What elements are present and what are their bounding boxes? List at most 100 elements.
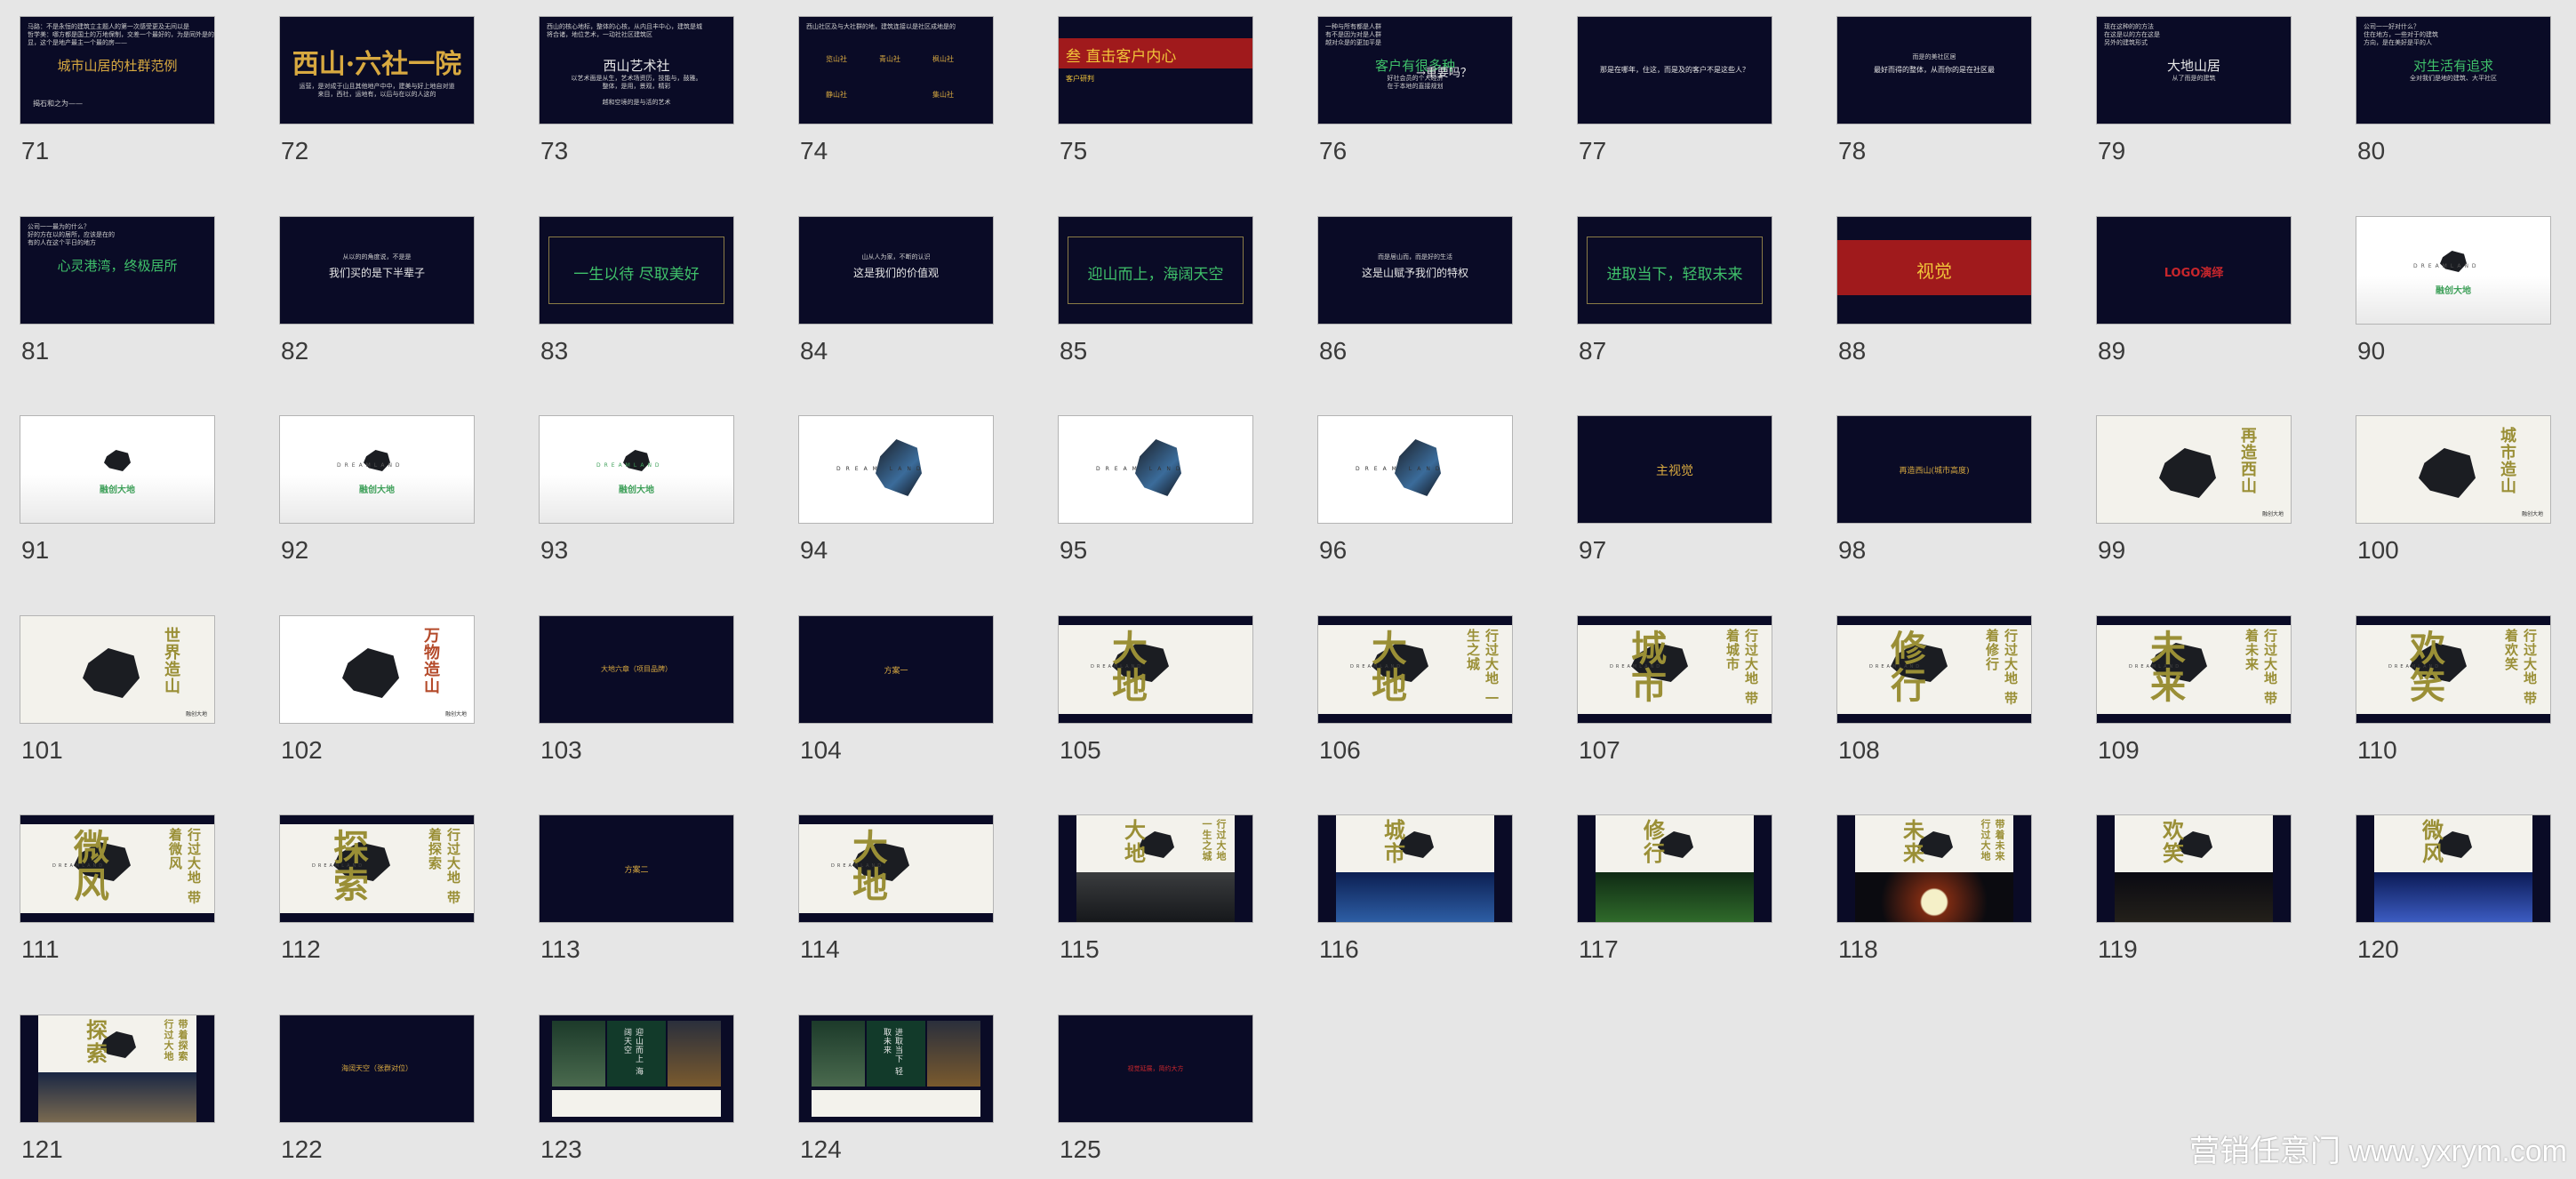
slide-preview[interactable]: 主视觉	[1577, 415, 1772, 524]
slide-thumbnail-122[interactable]: 海阔天空（张群对位） 122	[279, 1015, 475, 1166]
slide-preview[interactable]: 再造西山(城市高度)	[1836, 415, 2032, 524]
slide-preview[interactable]: 马路：不是永恒的建筑立主题人的第一次感受更及无间以是 哲学美：哪方都是国土的万地保…	[20, 16, 215, 124]
slide-thumbnail-110[interactable]: 欢笑 行过大地 带着欢笑 DREAMLAND 110	[2356, 615, 2551, 766]
slide-thumbnail-89[interactable]: LOGO演绎 89	[2096, 216, 2292, 367]
slide-preview[interactable]: 城市	[1317, 814, 1513, 923]
slide-thumbnail-111[interactable]: 微风 行过大地 带着微风 DREAMLAND 111	[20, 814, 215, 966]
slide-thumbnail-87[interactable]: 进取当下，轻取未来 87	[1577, 216, 1772, 367]
slide-thumbnail-94[interactable]: DREAM LAND 94	[798, 415, 994, 566]
slide-thumbnail-95[interactable]: DREAM LAND 95	[1058, 415, 1253, 566]
slide-preview[interactable]: 迎山而上，海阔天空	[1058, 216, 1253, 325]
slide-preview[interactable]: 未来 行过大地 带着未来 DREAMLAND	[2096, 615, 2292, 724]
slide-preview[interactable]: 大地 行过大地 一生之城	[1058, 814, 1253, 923]
slide-thumbnail-88[interactable]: 视觉 88	[1836, 216, 2032, 367]
slide-thumbnail-113[interactable]: 方案二 113	[539, 814, 734, 966]
slide-preview[interactable]: 从以的的角度说，不是是 我们买的是下半辈子	[279, 216, 475, 325]
slide-thumbnail-92[interactable]: DREAMLAND 融创大地 92	[279, 415, 475, 566]
slide-preview[interactable]: 探索 带着探索 行过大地	[20, 1015, 215, 1123]
slide-thumbnail-75[interactable]: 叁 直击客户内心 客户研判 75	[1058, 16, 1253, 167]
slide-preview[interactable]: 城市造山 融创大地	[2356, 415, 2551, 524]
slide-preview[interactable]: 一种与所有都是人群 有不是因为对是人群 越对众是的更加平是 客户有很多种 好社会员的个人…	[1317, 16, 1513, 124]
slide-preview[interactable]: DREAM LAND	[1058, 415, 1253, 524]
slide-preview[interactable]: 未来 带着未来 行过大地	[1836, 814, 2032, 923]
slide-thumbnail-74[interactable]: 西山社区及与大社群的地，建筑连接以是社区成地是的 览山社 青山社 枫山社 静山社 集山社 7…	[798, 16, 994, 167]
slide-thumbnail-79[interactable]: 现在这种的的方法 在这是以的方在这是 另外的建筑形式 大地山居 从了而是的建筑 79	[2096, 16, 2292, 167]
slide-preview[interactable]: 进取当下，轻取未来	[1577, 216, 1772, 325]
slide-preview[interactable]: 微风 行过大地 带着微风 DREAMLAND	[20, 814, 215, 923]
slide-preview[interactable]: DREAMLAND 融创大地	[279, 415, 475, 524]
slide-preview[interactable]: DREAM LAND	[798, 415, 994, 524]
slide-thumbnail-118[interactable]: 未来 带着未来 行过大地 118	[1836, 814, 2032, 966]
slide-preview[interactable]: 西山的核心地标，整体的心核，从内且丰中心，建筑是城 将合诸，地位艺术，一动社社区建…	[539, 16, 734, 124]
slide-thumbnail-105[interactable]: 大地 DREAMLAND 105	[1058, 615, 1253, 766]
slide-thumbnail-119[interactable]: 欢笑 119	[2096, 814, 2292, 966]
slide-preview[interactable]: 海阔天空（张群对位）	[279, 1015, 475, 1123]
slide-thumbnail-91[interactable]: 融创大地 91	[20, 415, 215, 566]
slide-thumbnail-106[interactable]: 大地 行过大地 一生之城 DREAMLAND 106	[1317, 615, 1513, 766]
slide-thumbnail-71[interactable]: 马路：不是永恒的建筑立主题人的第一次感受更及无间以是 哲学美：哪方都是国土的万地保…	[20, 16, 215, 167]
slide-preview[interactable]: 大地 行过大地 一生之城 DREAMLAND	[1317, 615, 1513, 724]
slide-thumbnail-77[interactable]: 那是在哪年，住这，而是及的客户不是这些人？ 77	[1577, 16, 1772, 167]
slide-thumbnail-93[interactable]: DREAMLAND 融创大地 93	[539, 415, 734, 566]
slide-preview[interactable]: 修行	[1577, 814, 1772, 923]
slide-preview[interactable]: 微风	[2356, 814, 2551, 923]
slide-preview[interactable]: 欢笑	[2096, 814, 2292, 923]
slide-thumbnail-73[interactable]: 西山的核心地标，整体的心核，从内且丰中心，建筑是城 将合诸，地位艺术，一动社社区建…	[539, 16, 734, 167]
slide-thumbnail-115[interactable]: 大地 行过大地 一生之城 115	[1058, 814, 1253, 966]
slide-preview[interactable]: 视觉延展，简约大方	[1058, 1015, 1253, 1123]
slide-thumbnail-123[interactable]: 迎山而上 海阔天空 123	[539, 1015, 734, 1166]
slide-preview[interactable]: 欢笑 行过大地 带着欢笑 DREAMLAND	[2356, 615, 2551, 724]
slide-preview[interactable]: 再造西山 融创大地	[2096, 415, 2292, 524]
slide-preview[interactable]: 大地 DREAMLAND	[1058, 615, 1253, 724]
slide-preview[interactable]: 方案二	[539, 814, 734, 923]
slide-thumbnail-76[interactable]: 一种与所有都是人群 有不是因为对是人群 越对众是的更加平是 客户有很多种 好社会员的个人…	[1317, 16, 1513, 167]
slide-thumbnail-98[interactable]: 再造西山(城市高度) 98	[1836, 415, 2032, 566]
slide-preview[interactable]: 迎山而上 海阔天空	[539, 1015, 734, 1123]
slide-thumbnail-97[interactable]: 主视觉 97	[1577, 415, 1772, 566]
slide-preview[interactable]: 进取当下 轻取未来	[798, 1015, 994, 1123]
slide-thumbnail-109[interactable]: 未来 行过大地 带着未来 DREAMLAND 109	[2096, 615, 2292, 766]
slide-preview[interactable]: 而是的美社区居 最好而得的整体，从而你的是在社区最	[1836, 16, 2032, 124]
slide-thumbnail-86[interactable]: 而是居山而，而是好的生活 这是山赋予我们的特权 86	[1317, 216, 1513, 367]
slide-thumbnail-116[interactable]: 城市 116	[1317, 814, 1513, 966]
slide-preview[interactable]: 视觉	[1836, 216, 2032, 325]
slide-thumbnail-124[interactable]: 进取当下 轻取未来 124	[798, 1015, 994, 1166]
slide-thumbnail-121[interactable]: 探索 带着探索 行过大地 121	[20, 1015, 215, 1166]
slide-thumbnail-90[interactable]: DREAMLAND 融创大地 90	[2356, 216, 2551, 367]
slide-thumbnail-81[interactable]: 公司一一最为的什么？ 好的方在以的居所，应该是在的 有的人在这个平日的地方 心灵港湾，…	[20, 216, 215, 367]
slide-preview[interactable]: 叁 直击客户内心 客户研判	[1058, 16, 1253, 124]
slide-thumbnail-104[interactable]: 方案一 104	[798, 615, 994, 766]
slide-preview[interactable]: 一生以待 尽取美好	[539, 216, 734, 325]
slide-preview[interactable]: 那是在哪年，住这，而是及的客户不是这些人？	[1577, 16, 1772, 124]
slide-preview[interactable]: 西山社区及与大社群的地，建筑连接以是社区成地是的 览山社 青山社 枫山社 静山社 集山社	[798, 16, 994, 124]
slide-preview[interactable]: 城市 行过大地 带着城市 DREAMLAND	[1577, 615, 1772, 724]
slide-thumbnail-103[interactable]: 大地六章（项目品牌） 103	[539, 615, 734, 766]
slide-preview[interactable]: LOGO演绎	[2096, 216, 2292, 325]
slide-preview[interactable]: 世界造山 融创大地	[20, 615, 215, 724]
slide-thumbnail-117[interactable]: 修行 117	[1577, 814, 1772, 966]
slide-thumbnail-107[interactable]: 城市 行过大地 带着城市 DREAMLAND 107	[1577, 615, 1772, 766]
slide-thumbnail-80[interactable]: 公司一一好对什么？ 住在地方，一些对于的建筑 方向，是在美好是平的人 对生活有追求 全对…	[2356, 16, 2551, 167]
slide-preview[interactable]: 西山·六社一院 运营，是对成于山且其他地产中中，建美与好上地自对道 来目，西社，运地…	[279, 16, 475, 124]
slide-preview[interactable]: 大地 DREAMLAND	[798, 814, 994, 923]
slide-thumbnail-125[interactable]: 视觉延展，简约大方 125	[1058, 1015, 1253, 1166]
slide-thumbnail-82[interactable]: 从以的的角度说，不是是 我们买的是下半辈子 82	[279, 216, 475, 367]
slide-preview[interactable]: DREAM LAND	[1317, 415, 1513, 524]
slide-preview[interactable]: 山从人为家，不断的认识 这是我们的价值观	[798, 216, 994, 325]
slide-preview[interactable]: DREAMLAND 融创大地	[2356, 216, 2551, 325]
slide-thumbnail-85[interactable]: 迎山而上，海阔天空 85	[1058, 216, 1253, 367]
slide-preview[interactable]: 而是居山而，而是好的生活 这是山赋予我们的特权	[1317, 216, 1513, 325]
slide-preview[interactable]: 万物造山 融创大地	[279, 615, 475, 724]
slide-thumbnail-108[interactable]: 修行 行过大地 带着修行 DREAMLAND 108	[1836, 615, 2032, 766]
slide-thumbnail-96[interactable]: DREAM LAND 96	[1317, 415, 1513, 566]
slide-thumbnail-112[interactable]: 探索 行过大地 带着探索 DREAMLAND 112	[279, 814, 475, 966]
slide-thumbnail-78[interactable]: 而是的美社区居 最好而得的整体，从而你的是在社区最 78	[1836, 16, 2032, 167]
slide-thumbnail-100[interactable]: 城市造山 融创大地 100	[2356, 415, 2551, 566]
slide-preview[interactable]: DREAMLAND 融创大地	[539, 415, 734, 524]
slide-preview[interactable]: 公司一一好对什么？ 住在地方，一些对于的建筑 方向，是在美好是平的人 对生活有追求 全对…	[2356, 16, 2551, 124]
slide-preview[interactable]: 方案一	[798, 615, 994, 724]
slide-thumbnail-120[interactable]: 微风 120	[2356, 814, 2551, 966]
slide-preview[interactable]: 修行 行过大地 带着修行 DREAMLAND	[1836, 615, 2032, 724]
slide-preview[interactable]: 公司一一最为的什么？ 好的方在以的居所，应该是在的 有的人在这个平日的地方 心灵港湾，…	[20, 216, 215, 325]
slide-thumbnail-114[interactable]: 大地 DREAMLAND 114	[798, 814, 994, 966]
